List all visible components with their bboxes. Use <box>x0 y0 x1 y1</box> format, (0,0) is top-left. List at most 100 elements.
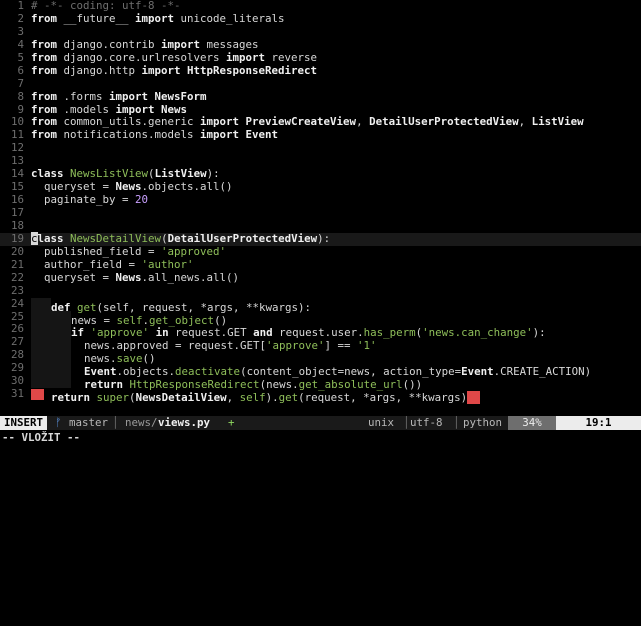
line-number: 24 <box>10 296 24 310</box>
code-token: notifications.models <box>57 128 201 142</box>
indent-guide <box>31 375 51 389</box>
code-token: from <box>31 50 58 64</box>
code-token: ): <box>317 231 331 245</box>
line-number: 2 <box>17 11 24 25</box>
separator: │ <box>453 416 460 429</box>
file-encoding: utf-8 <box>410 416 443 429</box>
code-line[interactable]: 25 news = self.get_object() <box>0 310 641 327</box>
code-token: DetailUserProtectedView <box>167 231 318 245</box>
code-text: queryset = News.all_news.all() <box>31 270 240 285</box>
code-token: ): <box>206 167 220 181</box>
line-number: 4 <box>17 37 24 51</box>
code-line[interactable]: 30 return HttpResponseRedirect(news.get_… <box>0 374 641 391</box>
code-line[interactable]: 31 return super(NewsDetailView, self).get… <box>0 387 641 405</box>
code-token: 'author' <box>141 257 194 271</box>
indent-guide <box>31 336 51 350</box>
code-token: __future__ <box>57 11 136 25</box>
line-number: 6 <box>17 63 24 77</box>
code-token: class <box>31 167 64 181</box>
error-marker: ** <box>467 391 481 405</box>
code-token: unicode_literals <box>174 11 285 25</box>
code-line[interactable]: 6 from django.http import HttpResponseRed… <box>0 63 641 78</box>
line-number: 17 <box>10 206 24 219</box>
indent-guide <box>51 362 71 376</box>
code-token: NewsDetailView <box>70 231 162 245</box>
code-token: (request, *args, **kwargs) <box>298 391 468 405</box>
code-token: django.contrib <box>57 37 162 51</box>
code-token: import <box>135 11 175 25</box>
code-line[interactable]: 11 from notifications.models import Event <box>0 128 641 142</box>
code-line[interactable]: 16 paginate_by = 20 <box>0 193 641 207</box>
code-token: queryset = <box>31 270 116 284</box>
separator: │ <box>403 416 410 429</box>
code-token: import <box>200 115 240 129</box>
code-line[interactable]: 23 <box>0 284 641 298</box>
code-token: django.http <box>57 63 142 77</box>
indent-guide <box>51 323 71 337</box>
code-token: import <box>109 89 149 103</box>
code-token: .all_news.all() <box>141 270 240 284</box>
cursor-position: 19:1 <box>556 416 641 430</box>
code-token: import <box>115 102 155 116</box>
code-token: ListView <box>531 115 584 129</box>
code-token: from <box>31 11 58 25</box>
code-token: # -*- coding: utf-8 -*- <box>31 0 181 12</box>
code-line[interactable]: 26 if 'approve' in request.GET and reques… <box>0 322 641 339</box>
code-token: import <box>141 63 181 77</box>
code-text: return super(NewsDetailView, self).get(r… <box>31 388 481 405</box>
line-number: 18 <box>10 218 24 232</box>
code-token: lass <box>37 231 64 245</box>
code-token: common_utils.generic <box>57 115 201 129</box>
scroll-percent: 34% <box>508 416 556 430</box>
code-token: from <box>31 89 58 103</box>
line-number: 3 <box>17 24 24 38</box>
code-line[interactable]: 27 news.approved = request.GET['approve'… <box>0 335 641 352</box>
code-token: News <box>154 102 188 116</box>
code-line[interactable]: 2 from __future__ import unicode_literals <box>0 11 641 26</box>
code-token: from <box>31 102 58 116</box>
line-number: 19 <box>10 231 24 245</box>
separator: │ <box>112 416 119 429</box>
code-token: get <box>278 391 299 405</box>
indent-guide <box>31 297 51 311</box>
code-token: .models <box>57 102 116 116</box>
indent-guide <box>31 388 51 401</box>
code-token: import <box>226 50 266 64</box>
code-token: ). <box>265 391 279 405</box>
code-line[interactable]: 22 queryset = News.all_news.all() <box>0 270 641 285</box>
code-token: queryset = <box>31 180 116 194</box>
code-token: Event <box>239 128 279 142</box>
statusline: INSERT ᚠ master │ news/ views.py + unix … <box>0 416 641 430</box>
indent-guide <box>51 375 71 389</box>
code-token: author_field = <box>31 257 142 271</box>
code-line[interactable]: 29 Event.objects.deactivate(content_obje… <box>0 361 641 378</box>
indent-guide <box>51 349 71 363</box>
code-token: return <box>51 391 91 405</box>
code-token: DetailUserProtectedView <box>369 115 519 129</box>
code-token: ListView <box>154 167 207 181</box>
code-token: published_field = <box>31 244 162 258</box>
code-line[interactable]: 24 def get(self, request, *args, **kwargs… <box>0 296 641 314</box>
indent-guide <box>31 362 51 376</box>
indent-guide <box>51 336 71 350</box>
line-number: 5 <box>17 50 24 64</box>
file-format: unix <box>368 416 395 429</box>
line-number: 1 <box>17 0 24 12</box>
line-number: 31 <box>10 387 24 401</box>
code-line[interactable]: 17 <box>0 206 641 220</box>
line-number: 20 <box>10 244 24 258</box>
code-token: NewsListView <box>70 167 149 181</box>
file-path-dir: news/ <box>125 416 158 429</box>
code-line[interactable]: 28 news.save() <box>0 348 641 365</box>
code-text: from django.http import HttpResponseRedi… <box>31 63 317 78</box>
code-token: super <box>96 391 130 405</box>
modified-flag: + <box>228 416 235 429</box>
line-number: 21 <box>10 257 24 271</box>
git-branch-icon: ᚠ <box>55 416 62 429</box>
code-token: NewsDetailView <box>135 391 227 405</box>
code-line[interactable]: 12 <box>0 141 641 155</box>
code-token: reverse <box>265 50 318 64</box>
editor-buffer[interactable]: 1 # -*- coding: utf-8 -*- 2 from __future__… <box>0 0 641 416</box>
code-token: from <box>31 115 58 129</box>
code-token: NewsForm <box>148 89 207 103</box>
